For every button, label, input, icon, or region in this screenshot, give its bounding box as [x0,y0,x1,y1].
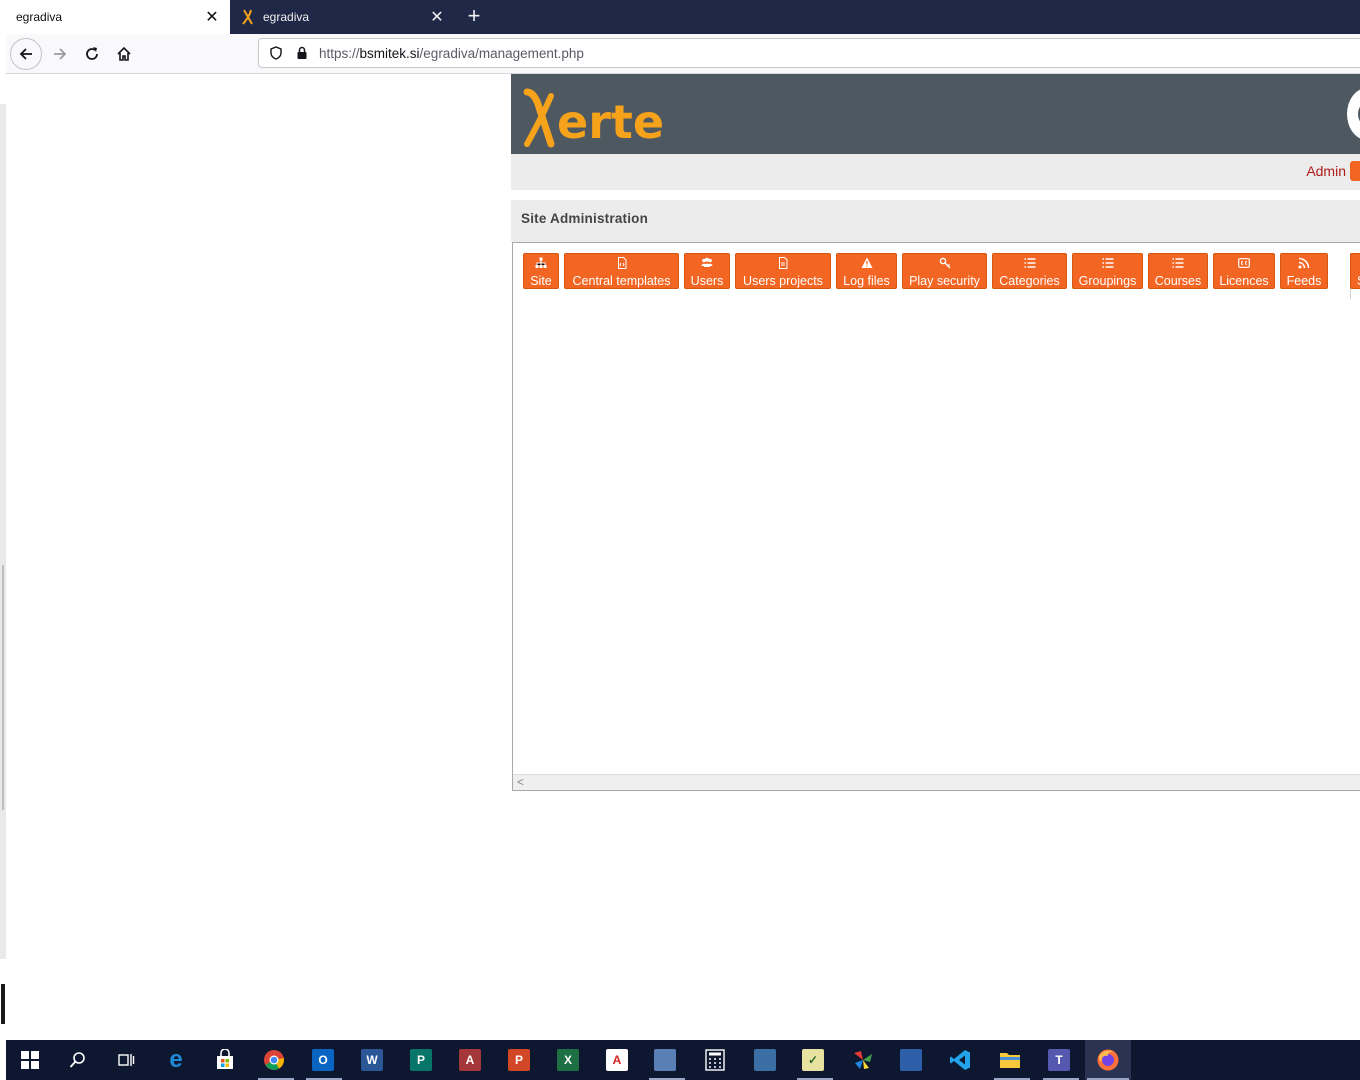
task-view-icon[interactable] [112,1046,140,1074]
cc-icon [1214,257,1274,273]
users-icon [685,257,729,273]
button-label: Licences [1219,274,1269,288]
close-tab-icon[interactable]: ✕ [202,7,222,27]
url-domain: bsmitek.si [359,45,420,61]
browser-nav-bar: https://bsmitek.si/egradiva/management.p… [6,34,1360,74]
admin-user-link[interactable]: Admin [1306,163,1346,179]
vscode-icon[interactable] [946,1046,974,1074]
user-bar: Admin [511,154,1360,190]
back-button[interactable] [10,38,42,70]
users-projects-button[interactable]: Users projects [735,253,831,289]
left-window-strip [0,104,6,959]
outlook-icon[interactable]: O [309,1046,337,1074]
new-tab-button[interactable]: + [462,4,486,28]
file-code-icon [565,257,678,273]
left-window-divider [2,565,4,810]
edge-icon[interactable]: e [162,1046,190,1074]
tab-title: egradiva [263,10,310,24]
button-label: Play security [909,274,980,288]
excel-icon[interactable]: X [554,1046,582,1074]
app-icon[interactable] [849,1046,877,1074]
project-icon[interactable]: ✓ [799,1046,827,1074]
tab-title: egradiva [16,10,63,24]
sitemap-icon [524,257,558,273]
site-header: erte [511,74,1360,154]
admin-panel: Site Central templates Users Users proje… [512,242,1360,791]
reload-icon [86,47,98,60]
chrome-icon[interactable] [260,1046,288,1074]
xerte-favicon-icon [242,9,253,25]
rss-icon [1281,257,1327,273]
left-window-handle [1,984,5,1024]
button-label: Log files [843,274,890,288]
xerte-page: erte Admin Site Administration Site Cent… [511,74,1360,1040]
licences-button[interactable]: Licences [1213,253,1275,289]
groupings-button[interactable]: Groupings [1072,253,1143,289]
url-scheme: https:// [319,45,360,61]
store-icon[interactable] [211,1046,239,1074]
reload-button[interactable] [76,38,108,70]
central-templates-button[interactable]: Central templates [564,253,679,289]
tab-egradiva-2[interactable]: egradiva ✕ [231,0,455,34]
lock-icon[interactable] [293,44,311,62]
word-icon[interactable]: W [358,1046,386,1074]
network-icon[interactable] [751,1046,779,1074]
button-label: Users [690,274,724,288]
home-button[interactable] [108,38,140,70]
log-files-button[interactable]: Log files [836,253,897,289]
button-label: Groupings [1078,274,1137,288]
xerte-logo-x-icon [523,88,555,148]
home-icon [117,46,131,61]
windows-taskbar: e O W P A P X A ✓ T [6,1040,1360,1080]
browser-tab-strip: egradiva ✕ egradiva ✕ + [6,0,1360,34]
publisher-icon[interactable]: P [407,1046,435,1074]
back-icon [19,48,32,60]
feeds-button[interactable]: Feeds [1280,253,1328,289]
list-icon [993,257,1066,273]
button-label: Site [530,274,552,288]
remote-desktop-icon[interactable] [897,1046,925,1074]
search-icon[interactable] [64,1046,92,1074]
users-button[interactable]: Users [684,253,730,289]
file-explorer-icon[interactable] [996,1046,1024,1074]
courses-button[interactable]: Courses [1148,253,1208,289]
list-icon [1149,257,1207,273]
start-icon[interactable] [16,1046,44,1074]
scroll-left-icon[interactable]: < [517,775,524,789]
teams-icon[interactable]: T [1045,1046,1073,1074]
page-title: Site Administration [521,211,649,226]
horizontal-scrollbar[interactable]: < [513,774,1360,790]
button-label: Feeds [1286,274,1322,288]
calculator-icon[interactable] [701,1046,729,1074]
firefox-icon[interactable] [1094,1046,1122,1074]
acrobat-icon[interactable]: A [603,1046,631,1074]
logout-icon[interactable] [1350,161,1360,181]
close-tab-icon[interactable]: ✕ [427,7,447,27]
button-label: Categories [999,274,1060,288]
xerte-logo[interactable]: erte [521,86,664,150]
access-icon[interactable]: A [456,1046,484,1074]
tab-egradiva-1[interactable]: egradiva ✕ [6,0,230,34]
logo-text: erte [557,95,665,149]
button-label: Users projects [743,274,823,288]
save-button[interactable]: S [1350,253,1360,289]
url-path: /egradiva/management.php [419,45,584,61]
forward-icon [54,48,67,60]
forward-button[interactable] [44,38,76,70]
powerpoint-icon[interactable]: P [505,1046,533,1074]
site-button[interactable]: Site [523,253,559,289]
address-bar[interactable]: https://bsmitek.si/egradiva/management.p… [258,38,1360,68]
list-icon [1073,257,1142,273]
key-icon [903,257,986,273]
button-label: Courses [1154,274,1202,288]
image-viewer-icon[interactable] [651,1046,679,1074]
categories-button[interactable]: Categories [992,253,1067,289]
warning-icon [837,257,896,273]
play-security-button[interactable]: Play security [902,253,987,289]
file-icon [736,257,830,273]
tracking-shield-icon[interactable] [267,44,285,62]
button-label: Central templates [572,274,671,288]
panel-header: Site Administration [511,200,1360,242]
url-text: https://bsmitek.si/egradiva/management.p… [319,46,584,61]
